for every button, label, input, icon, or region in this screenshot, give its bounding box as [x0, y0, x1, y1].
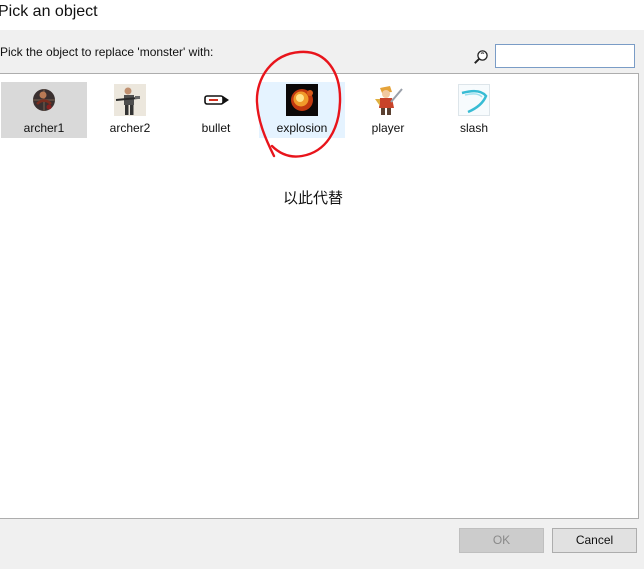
object-item-archer1[interactable]: archer1 [1, 82, 87, 138]
search-icon [474, 50, 488, 64]
object-label: archer1 [23, 121, 65, 135]
window-title: Pick an object [0, 3, 98, 20]
annotation-text: 以此代替 [283, 189, 344, 207]
object-label: explosion [276, 121, 328, 135]
search-input[interactable] [495, 44, 635, 68]
object-list: archer1 archer2 bullet explosion player … [0, 73, 639, 519]
object-item-explosion[interactable]: explosion [259, 82, 345, 138]
archer1-sprite-icon [33, 89, 55, 111]
bullet-sprite-icon [204, 95, 229, 105]
slash-sprite-icon [458, 84, 490, 116]
cancel-button[interactable]: Cancel [552, 528, 637, 553]
object-label: slash [459, 121, 488, 135]
object-label: player [371, 121, 405, 135]
archer2-sprite-icon [114, 84, 146, 116]
object-item-slash[interactable]: slash [431, 82, 517, 138]
object-item-player[interactable]: player [345, 82, 431, 138]
title-bar: Pick an object [0, 0, 644, 30]
ok-button[interactable]: OK [459, 528, 544, 553]
explosion-sprite-icon [286, 84, 318, 116]
object-item-archer2[interactable]: archer2 [87, 82, 173, 138]
prompt-label: Pick the object to replace 'monster' wit… [0, 45, 214, 59]
object-label: archer2 [109, 121, 151, 135]
object-label: bullet [201, 121, 231, 135]
object-item-bullet[interactable]: bullet [173, 82, 259, 138]
player-sprite-icon [375, 86, 403, 115]
